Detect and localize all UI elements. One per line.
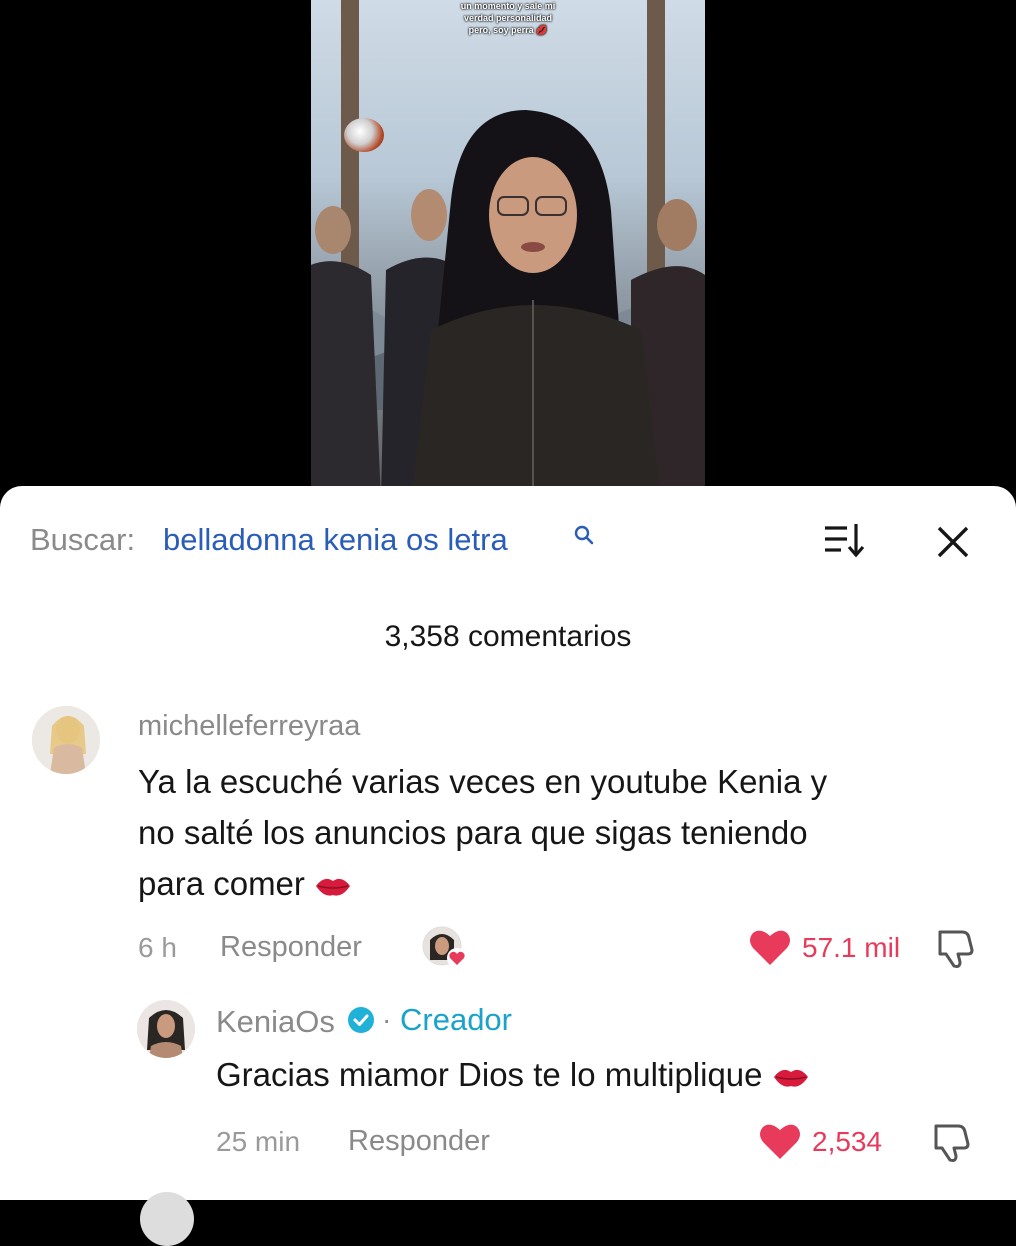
- kiss-emoji: [773, 1070, 808, 1087]
- reply-text-line: Gracias miamor Dios te lo multiplique: [216, 1049, 976, 1100]
- dislike-icon[interactable]: [930, 1120, 974, 1164]
- video-player[interactable]: un momento y sale mi verdad personalidad…: [0, 0, 1016, 500]
- video-frame[interactable]: un momento y sale mi verdad personalidad…: [311, 0, 705, 500]
- video-people: [311, 110, 705, 500]
- comment-line: no salté los anuncios para que sigas ten…: [138, 814, 808, 851]
- caption-line: pero, soy perra 💋: [468, 25, 548, 35]
- caption-line: verdad personalidad: [463, 13, 553, 23]
- comments-count: 3,358 comentarios: [384, 620, 632, 653]
- reply-button[interactable]: Responder: [220, 931, 362, 964]
- close-icon[interactable]: [933, 522, 973, 562]
- search-suggestion[interactable]: Buscar: belladonna kenia os letra: [30, 514, 990, 564]
- creator-liked-badge: [422, 926, 468, 970]
- heart-icon[interactable]: [758, 1121, 802, 1161]
- creator-avatar-image: [137, 1000, 195, 1058]
- creator-avatar[interactable]: [137, 1000, 195, 1058]
- search-label: Buscar:: [30, 522, 136, 557]
- verified-icon: [348, 1007, 374, 1033]
- video-caption: un momento y sale mi verdad personalidad…: [311, 0, 705, 36]
- reply-button[interactable]: Responder: [348, 1125, 490, 1158]
- like-count: 2,534: [812, 1126, 883, 1157]
- comment-username[interactable]: michelleferreyraa: [138, 710, 360, 743]
- like-count: 57.1 mil: [802, 932, 901, 963]
- comment-line-last: para comer: [138, 858, 978, 909]
- avatar[interactable]: [32, 706, 100, 774]
- comment-time: 6 h: [138, 932, 177, 963]
- avatar-image: [32, 706, 100, 774]
- sort-icon[interactable]: [823, 520, 867, 560]
- kiss-emoji: [316, 879, 351, 896]
- caption-line: un momento y sale mi: [460, 1, 556, 11]
- search-icon[interactable]: [573, 524, 595, 546]
- heart-icon[interactable]: [748, 927, 792, 967]
- dislike-icon[interactable]: [934, 926, 978, 970]
- creator-avatar-small: [422, 926, 467, 968]
- separator-dot: ·: [382, 1004, 392, 1035]
- comments-sheet: Buscar: belladonna kenia os letra 3,358 …: [0, 486, 1016, 1246]
- reply-time: 25 min: [216, 1126, 301, 1157]
- reply-username[interactable]: KeniaOs: [216, 1004, 335, 1040]
- next-comment-avatar[interactable]: [140, 1192, 194, 1246]
- comment-line: para comer: [138, 865, 305, 902]
- comment-text: Ya la escuché varias veces en youtube Ke…: [138, 756, 978, 909]
- search-query-link[interactable]: belladonna kenia os letra: [163, 522, 508, 558]
- lamp: [344, 118, 384, 152]
- creator-label: Creador: [400, 1002, 512, 1037]
- comment-line: Ya la escuché varias veces en youtube Ke…: [138, 763, 828, 800]
- reply-text: Gracias miamor Dios te lo multiplique: [216, 1056, 763, 1093]
